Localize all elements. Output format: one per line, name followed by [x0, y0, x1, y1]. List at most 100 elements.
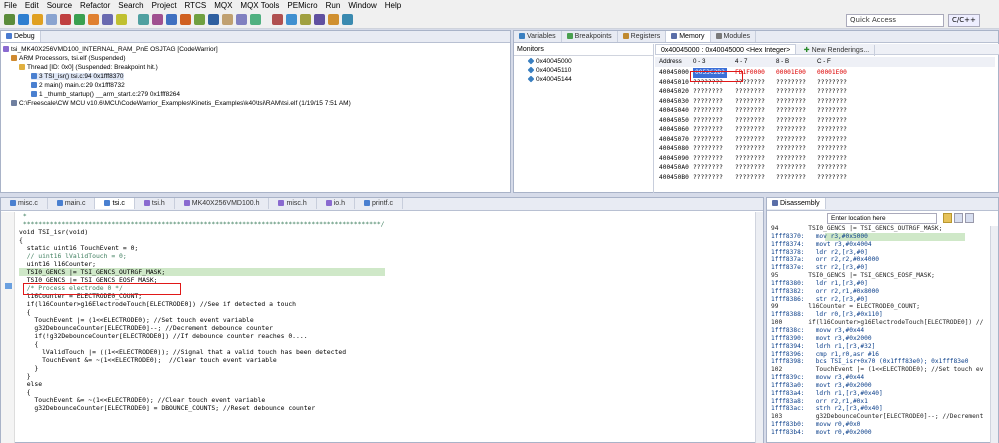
tab-mk40x256vmd100-h[interactable]: MK40X256VMD100.h	[175, 198, 270, 209]
quick-access-field[interactable]: Quick Access	[846, 14, 944, 27]
memory-cell[interactable]: ????????	[735, 116, 765, 126]
tab-registers[interactable]: Registers	[618, 31, 667, 42]
memory-cell[interactable]: ????????	[817, 78, 847, 88]
memory-cell[interactable]: ????????	[776, 173, 806, 183]
tab-disassembly[interactable]: Disassembly	[767, 198, 826, 209]
refresh-icon[interactable]	[954, 213, 963, 223]
memory-cell[interactable]: ????????	[776, 116, 806, 126]
memory-cell[interactable]: ????????	[693, 116, 723, 126]
back-icon[interactable]	[116, 14, 127, 25]
tab-memory-rendering[interactable]: 0x40045000 : 0x40045000 <Hex Integer>	[655, 44, 797, 55]
menu-search[interactable]: Search	[114, 1, 147, 10]
memory-cell[interactable]: ????????	[776, 154, 806, 164]
build-icon[interactable]	[46, 14, 57, 25]
menu-source[interactable]: Source	[43, 1, 76, 10]
memory-cell[interactable]: ????????	[776, 106, 806, 116]
link-with-editor-icon[interactable]	[943, 213, 952, 223]
memory-cell[interactable]: ????????	[817, 125, 847, 135]
print-icon[interactable]	[32, 14, 43, 25]
memory-cell[interactable]: ????????	[735, 106, 765, 116]
memory-cell[interactable]: 00001E00	[817, 68, 847, 78]
memory-cell[interactable]: ????????	[735, 173, 765, 183]
memory-cell[interactable]: ????????	[735, 87, 765, 97]
run-icon[interactable]	[74, 14, 85, 25]
memory-cell[interactable]: ????????	[693, 97, 723, 107]
debug-tree-item[interactable]: 2 main() main.c:29 0x1fff8732	[31, 82, 125, 89]
memory-cell[interactable]: ????????	[817, 163, 847, 173]
memory-cell[interactable]: ????????	[693, 87, 723, 97]
memory-cell[interactable]: ????????	[693, 154, 723, 164]
memory-cell[interactable]: ????????	[735, 154, 765, 164]
menu-mqx-tools[interactable]: MQX Tools	[236, 1, 283, 10]
debug-tree-item[interactable]: C:\Freescale\CW MCU v10.6\MCU\CodeWarrio…	[11, 100, 351, 107]
memory-cell[interactable]: ????????	[776, 163, 806, 173]
debug-tree-item[interactable]: ARM Processors, tsi.elf (Suspended)	[11, 55, 126, 62]
save-icon[interactable]	[18, 14, 29, 25]
step-into-icon[interactable]	[152, 14, 163, 25]
menu-refactor[interactable]: Refactor	[76, 1, 114, 10]
step-return-icon[interactable]	[180, 14, 191, 25]
memory-cell[interactable]: ????????	[735, 125, 765, 135]
memory-cell[interactable]: ????????	[776, 97, 806, 107]
tab-tsi-c[interactable]: tsi.c	[95, 198, 135, 209]
memory-cell[interactable]: ????????	[735, 135, 765, 145]
memory-cell[interactable]: ????????	[693, 163, 723, 173]
memory-cell[interactable]: ????????	[817, 87, 847, 97]
tab-variables[interactable]: Variables	[514, 31, 562, 42]
debug-tree-item[interactable]: 3 TSI_isr() tsi.c:94 0x1fff8370	[31, 73, 124, 80]
tab-printf-c[interactable]: printf.c	[355, 198, 404, 209]
target-icon[interactable]	[314, 14, 325, 25]
memory-cell[interactable]: ????????	[693, 135, 723, 145]
memory-cell[interactable]: ????????	[735, 144, 765, 154]
memory-cell[interactable]: ????????	[693, 144, 723, 154]
memory-cell[interactable]: ????????	[693, 125, 723, 135]
search-icon[interactable]	[102, 14, 113, 25]
perspective-cpp-button[interactable]: C/C++	[948, 14, 980, 27]
monitor-item[interactable]: 0x40045110	[527, 66, 571, 74]
memory-cell[interactable]: ????????	[735, 97, 765, 107]
terminate-icon[interactable]	[222, 14, 233, 25]
memory-cell[interactable]: ????????	[817, 135, 847, 145]
menu-help[interactable]: Help	[381, 1, 405, 10]
memory-cell[interactable]: ????????	[817, 106, 847, 116]
memory-cell[interactable]: ????????	[776, 144, 806, 154]
step-over-icon[interactable]	[166, 14, 177, 25]
forward-icon[interactable]	[138, 14, 149, 25]
debug-tree-item[interactable]: Thread [ID: 0x0] (Suspended: Breakpoint …	[19, 64, 158, 71]
connect-icon[interactable]	[236, 14, 247, 25]
menu-mqx[interactable]: MQX	[210, 1, 236, 10]
code-text[interactable]: * **************************************…	[19, 212, 385, 412]
monitor-item[interactable]: 0x40045144	[527, 75, 572, 83]
flash-icon[interactable]	[300, 14, 311, 25]
tab-debug[interactable]: Debug	[1, 31, 41, 42]
pin-icon[interactable]	[328, 14, 339, 25]
debug-tree-item[interactable]: 1 _thumb_startup() __arm_start.c:279 0x1…	[31, 91, 180, 98]
reset-icon[interactable]	[250, 14, 261, 25]
tab-misc-c[interactable]: misc.c	[1, 198, 48, 209]
tab-tsi-h[interactable]: tsi.h	[135, 198, 175, 209]
new-icon[interactable]	[4, 14, 15, 25]
resume-icon[interactable]	[194, 14, 205, 25]
memory-cell[interactable]: ????????	[817, 97, 847, 107]
memory-cell[interactable]: 00001E00	[776, 68, 806, 78]
tab-main-c[interactable]: main.c	[48, 198, 96, 209]
debug-tree-item[interactable]: tsi_MK40X256VMD100_INTERNAL_RAM_PnE OSJT…	[3, 46, 218, 53]
tab-misc-h[interactable]: misc.h	[269, 198, 317, 209]
open-icon[interactable]	[342, 14, 353, 25]
external-tools-icon[interactable]	[88, 14, 99, 25]
memory-cell[interactable]: ????????	[776, 87, 806, 97]
memory-cell[interactable]: ????????	[817, 154, 847, 164]
menu-edit[interactable]: Edit	[21, 1, 43, 10]
view-menu-icon[interactable]	[965, 213, 974, 223]
memory-icon[interactable]	[272, 14, 283, 25]
memory-cell[interactable]: ????????	[735, 163, 765, 173]
tab-modules[interactable]: Modules	[711, 31, 756, 42]
memory-cell[interactable]: ????????	[817, 173, 847, 183]
menu-project[interactable]: Project	[148, 1, 181, 10]
tab-memory[interactable]: Memory	[666, 31, 711, 42]
disassembly-scrollbar[interactable]	[990, 226, 998, 443]
memory-cell[interactable]: ????????	[776, 125, 806, 135]
new-renderings-button[interactable]: ✚ New Renderings...	[799, 45, 876, 56]
location-input[interactable]: Enter location here	[827, 213, 937, 224]
tab-io-h[interactable]: io.h	[317, 198, 356, 209]
